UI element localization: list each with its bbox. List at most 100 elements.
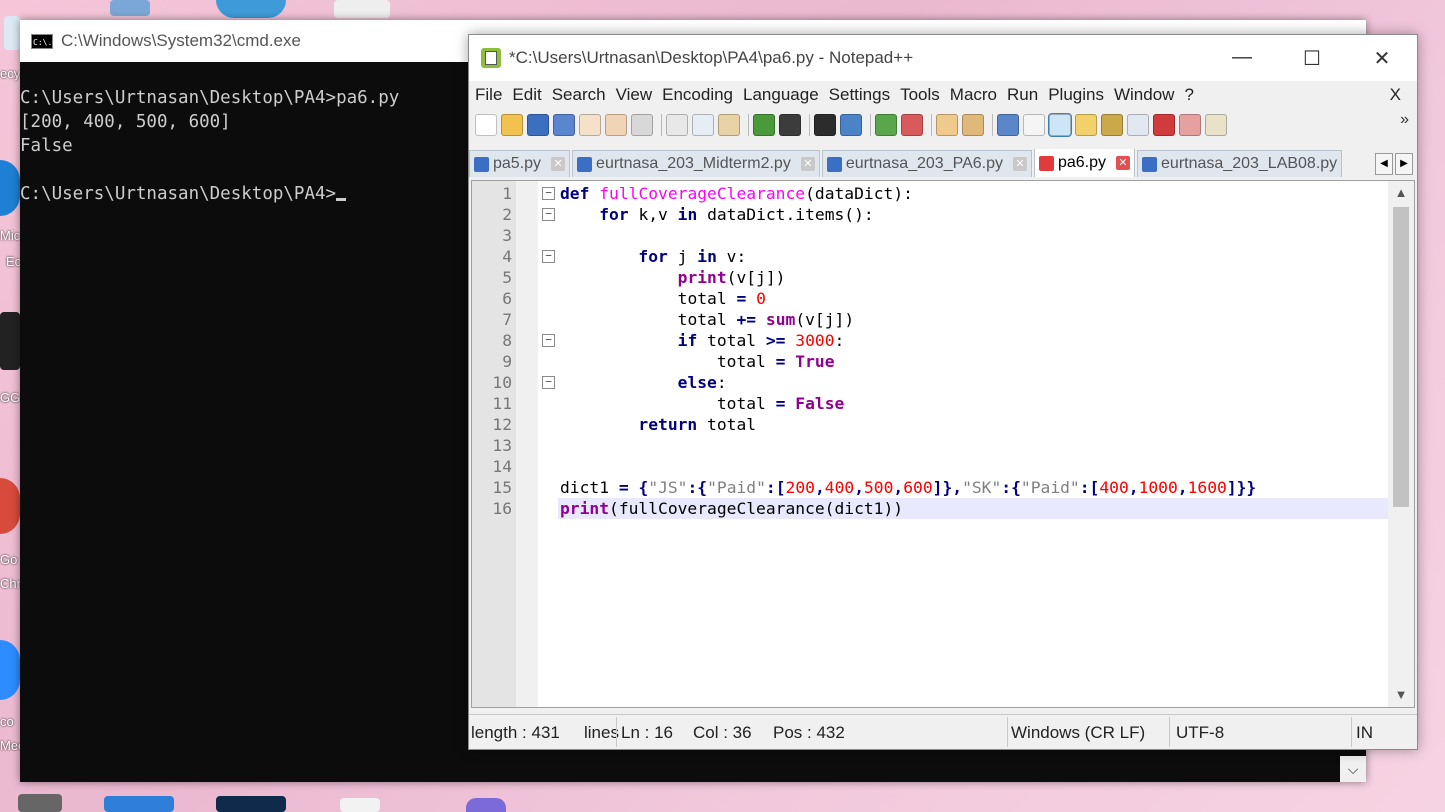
npp-title-bar[interactable]: *C:\Users\Urtnasan\Desktop\PA4\pa6.py - … <box>469 35 1417 81</box>
fold-collapse-icon[interactable]: − <box>542 334 555 347</box>
tab-pa6-eurtnasa[interactable]: eurtnasa_203_PA6.py ✕ <box>821 150 1032 177</box>
menu-plugins[interactable]: Plugins <box>1048 85 1104 105</box>
fold-collapse-icon[interactable]: − <box>542 187 555 200</box>
tab-close-icon[interactable]: ✕ <box>1012 157 1027 171</box>
status-bar: length : 431 lines Ln : 16 Col : 36 Pos … <box>469 714 1417 749</box>
desktop-icon-top-3[interactable] <box>334 0 390 18</box>
minimize-button[interactable]: — <box>1207 46 1277 71</box>
zoom-in-icon[interactable] <box>875 114 897 136</box>
new-file-icon[interactable] <box>475 114 497 136</box>
tab-scroll-right-icon[interactable]: ▶ <box>1395 153 1413 175</box>
tab-close-icon[interactable]: ✕ <box>551 157 566 171</box>
menu-language[interactable]: Language <box>743 85 819 105</box>
scroll-up-icon[interactable]: ▲ <box>1388 181 1414 205</box>
function-list-icon[interactable] <box>1153 114 1175 136</box>
redo-icon[interactable] <box>779 114 801 136</box>
maximize-button[interactable]: ☐ <box>1277 46 1347 71</box>
desktop-icon-bottom-3[interactable] <box>216 796 286 812</box>
fold-collapse-icon[interactable]: − <box>542 250 555 263</box>
desktop-icon-recycle[interactable] <box>4 16 20 50</box>
code-line: return total <box>560 414 756 435</box>
tab-scroll-left-icon[interactable]: ◀ <box>1375 153 1393 175</box>
menu-settings[interactable]: Settings <box>829 85 890 105</box>
doc-map-icon[interactable] <box>1101 114 1123 136</box>
desktop-icon-zoom[interactable] <box>0 640 20 700</box>
close-button[interactable]: ✕ <box>1347 46 1417 71</box>
code-line: total += sum(v[j]) <box>560 309 855 330</box>
scroll-down-icon[interactable]: ⌵ <box>1340 756 1366 782</box>
replace-icon[interactable] <box>840 114 862 136</box>
close-document-button[interactable]: X <box>1390 85 1401 105</box>
scroll-down-icon[interactable]: ▼ <box>1388 683 1414 707</box>
menu-search[interactable]: Search <box>552 85 606 105</box>
menu-tools[interactable]: Tools <box>900 85 940 105</box>
desktop-icon-top-1[interactable] <box>110 0 150 16</box>
line-number: 16 <box>492 499 512 518</box>
menu-help[interactable]: ? <box>1184 85 1193 105</box>
code-text: (dataDict): <box>805 184 913 203</box>
toolbar-overflow-icon[interactable]: » <box>1400 111 1409 129</box>
desktop-icon-bottom-5[interactable] <box>466 798 506 812</box>
vertical-scrollbar[interactable]: ▲ ▼ <box>1388 181 1414 707</box>
copy-icon[interactable] <box>692 114 714 136</box>
doc-list-icon[interactable] <box>1127 114 1149 136</box>
word-wrap-icon[interactable] <box>997 114 1019 136</box>
tab-lab08[interactable]: eurtnasa_203_LAB08.py <box>1137 150 1343 177</box>
status-eol[interactable]: Windows (CR LF) <box>1011 723 1145 743</box>
notepadpp-window[interactable]: *C:\Users\Urtnasan\Desktop\PA4\pa6.py - … <box>468 34 1418 750</box>
print-icon[interactable] <box>631 114 653 136</box>
desktop-label: Mic <box>0 228 21 243</box>
toolbar: » <box>469 109 1417 141</box>
status-insert-mode[interactable]: IN <box>1356 723 1373 743</box>
menu-encoding[interactable]: Encoding <box>662 85 733 105</box>
tab-close-icon[interactable]: ✕ <box>1116 156 1131 170</box>
tab-bar: pa5.py ✕ eurtnasa_203_Midterm2.py ✕ eurtna… <box>469 149 1417 177</box>
fold-collapse-icon[interactable]: − <box>542 208 555 221</box>
tab-pa6[interactable]: pa6.py ✕ <box>1033 149 1136 177</box>
desktop-icon-bottom-1[interactable] <box>18 794 62 812</box>
tab-pa5[interactable]: pa5.py ✕ <box>469 150 571 177</box>
sync-horizontal-icon[interactable] <box>962 114 984 136</box>
code-editor[interactable]: 1 2 3 4 5 6 7 8 9 10 11 12 13 14 15 16 −… <box>471 180 1415 708</box>
menu-window[interactable]: Window <box>1114 85 1174 105</box>
desktop-icon-edge[interactable] <box>0 160 20 216</box>
menu-edit[interactable]: Edit <box>512 85 541 105</box>
menu-run[interactable]: Run <box>1007 85 1038 105</box>
status-encoding[interactable]: UTF-8 <box>1176 723 1224 743</box>
tab-label: eurtnasa_203_Midterm2.py <box>596 155 791 172</box>
menu-macro[interactable]: Macro <box>950 85 997 105</box>
undo-icon[interactable] <box>753 114 775 136</box>
monitoring-icon[interactable] <box>1205 114 1227 136</box>
desktop-icon-top-2[interactable] <box>216 0 286 18</box>
tab-midterm2[interactable]: eurtnasa_203_Midterm2.py ✕ <box>572 150 820 177</box>
scrollbar-thumb[interactable] <box>1393 207 1409 507</box>
desktop-icon-bottom-4[interactable] <box>340 798 380 812</box>
builtin: print <box>560 499 610 518</box>
sync-vertical-icon[interactable] <box>936 114 958 136</box>
show-all-chars-icon[interactable] <box>1023 114 1045 136</box>
menu-file[interactable]: File <box>475 85 502 105</box>
save-icon[interactable] <box>527 114 549 136</box>
indent-guide-icon[interactable] <box>1048 113 1072 137</box>
menu-view[interactable]: View <box>616 85 653 105</box>
zoom-out-icon[interactable] <box>901 114 923 136</box>
cut-icon[interactable] <box>666 114 688 136</box>
number: 400 <box>824 478 855 497</box>
user-language-icon[interactable] <box>1075 114 1097 136</box>
tab-close-icon[interactable]: ✕ <box>800 157 815 171</box>
cmd-console[interactable]: C:\Users\Urtnasan\Desktop\PA4>pa6.py [200… <box>20 86 399 206</box>
close-all-icon[interactable] <box>605 114 627 136</box>
folder-workspace-icon[interactable] <box>1179 114 1201 136</box>
close-file-icon[interactable] <box>579 114 601 136</box>
save-all-icon[interactable] <box>553 114 575 136</box>
file-icon <box>826 156 842 172</box>
paste-icon[interactable] <box>718 114 740 136</box>
fold-collapse-icon[interactable]: − <box>542 376 555 389</box>
code-text: dict1 <box>560 478 619 497</box>
desktop-icon-bottom-2[interactable] <box>104 796 174 812</box>
find-icon[interactable] <box>814 114 836 136</box>
desktop-icon-chrome[interactable] <box>0 478 20 534</box>
operator: , <box>893 478 904 497</box>
open-file-icon[interactable] <box>501 114 523 136</box>
desktop-icon-epic[interactable] <box>0 312 20 370</box>
